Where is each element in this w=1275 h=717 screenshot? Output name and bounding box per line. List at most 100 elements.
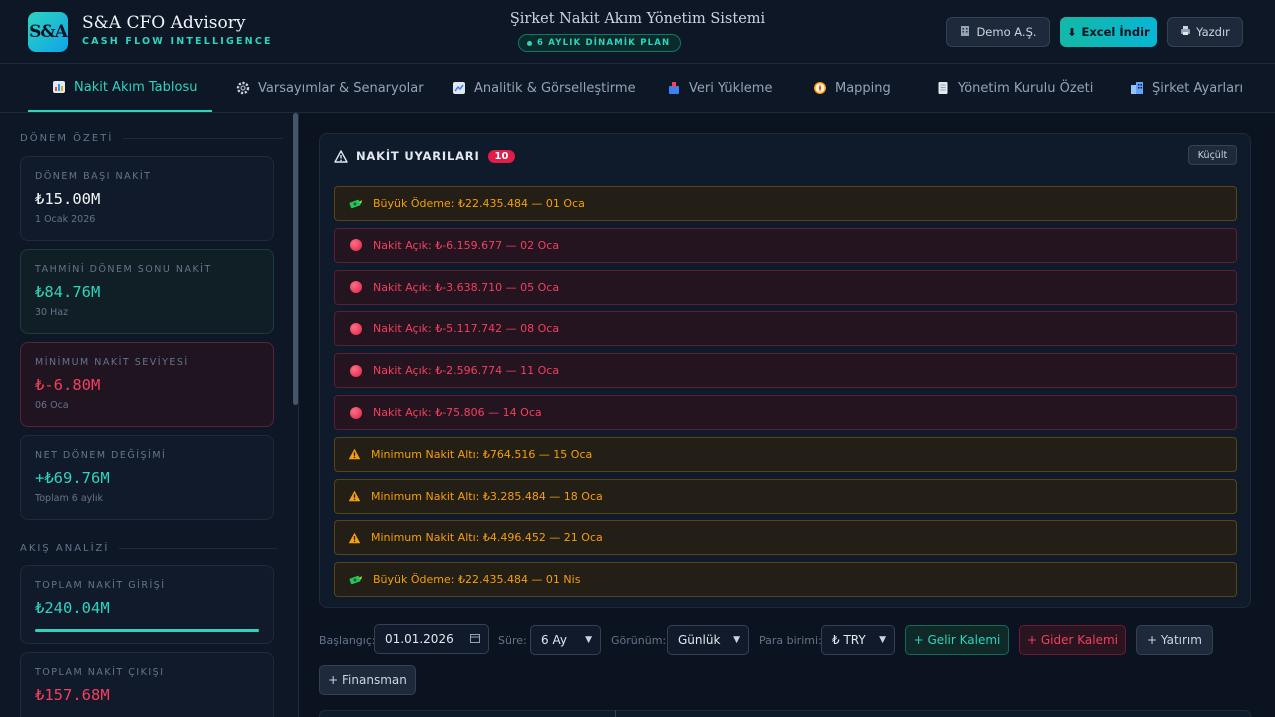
tab-cash-flow-table[interactable]: Nakit Akım Tablosu	[28, 64, 212, 112]
inflow-progress-fill	[35, 629, 259, 632]
cash-alerts-panel: NAKİT UYARILARI 10 Küçült Büyük Ödeme: ₺…	[319, 133, 1251, 608]
brand-tagline: CASH FLOW INTELLIGENCE	[82, 36, 273, 47]
tab-board-summary[interactable]: Yönetim Kurulu Özeti	[936, 64, 1093, 112]
kpi-label: TOPLAM NAKİT ÇIKIŞI	[35, 667, 165, 678]
collapse-button[interactable]: Küçült	[1188, 145, 1237, 165]
company-selector-button[interactable]: Demo A.Ş.	[946, 17, 1050, 47]
document-icon	[936, 81, 950, 95]
warning-icon	[347, 447, 361, 461]
warning-icon	[347, 531, 361, 545]
divider	[615, 710, 616, 717]
money-icon	[349, 197, 363, 211]
kpi-card-total-inflow: TOPLAM NAKİT GİRİŞİ ₺240.04M	[20, 565, 274, 644]
sidebar: DÖNEM ÖZETİ DÖNEM BAŞI NAKİT ₺15.00M 1 O…	[0, 113, 299, 717]
currency-value: ₺ TRY	[832, 633, 866, 647]
tab-label: Analitik & Görselleştirme	[474, 80, 636, 96]
app-header: S&A S&A CFO Advisory CASH FLOW INTELLIGE…	[0, 0, 1275, 64]
alert-text: Nakit Açık: ₺-3.638.710 — 05 Oca	[373, 280, 560, 294]
alert-item-deficit: Nakit Açık: ₺-2.596.774 — 11 Oca	[334, 353, 1237, 389]
excel-download-button[interactable]: ⬇ Excel İndir	[1060, 17, 1157, 47]
alerts-count-badge: 10	[487, 149, 516, 163]
kpi-value: ₺15.00M	[35, 190, 101, 208]
alert-text: Nakit Açık: ₺-5.117.742 — 08 Oca	[373, 322, 560, 336]
duration-select[interactable]: 6 Ay ▼	[530, 625, 601, 655]
kpi-subtext: 1 Ocak 2026	[35, 214, 96, 225]
add-expense-button[interactable]: + Gider Kalemi	[1019, 625, 1126, 655]
divider	[119, 548, 278, 549]
kpi-label: MİNİMUM NAKİT SEVİYESİ	[35, 357, 189, 368]
alert-item-deficit: Nakit Açık: ₺-5.117.742 — 08 Oca	[334, 311, 1237, 347]
kpi-value: ₺240.04M	[35, 599, 110, 617]
alert-text: Minimum Nakit Altı: ₺764.516 — 15 Oca	[371, 447, 593, 461]
chevron-down-icon: ▼	[585, 635, 592, 645]
alert-item-warning: Minimum Nakit Altı: ₺4.496.452 — 21 Oca	[334, 520, 1237, 556]
plan-badge: 6 AYLIK DİNAMİK PLAN	[518, 34, 682, 52]
red-dot-icon	[349, 322, 363, 336]
tab-label: Mapping	[835, 80, 891, 96]
alert-item-deficit: Nakit Açık: ₺-75.806 — 14 Oca	[334, 395, 1237, 430]
print-button[interactable]: Yazdır	[1167, 17, 1243, 47]
alerts-header: NAKİT UYARILARI 10	[334, 147, 516, 165]
alert-text: Büyük Ödeme: ₺22.435.484 — 01 Oca	[373, 197, 585, 210]
alert-text: Büyük Ödeme: ₺22.435.484 — 01 Nis	[373, 573, 581, 587]
tab-assumptions[interactable]: Varsayımlar & Senaryolar	[236, 64, 424, 112]
tab-label: Veri Yükleme	[689, 80, 773, 96]
sidebar-scrollbar[interactable]	[293, 113, 298, 405]
chevron-down-icon: ▼	[879, 635, 886, 645]
view-select[interactable]: Günlük ▼	[667, 625, 749, 655]
alert-text: Nakit Açık: ₺-2.596.774 — 11 Oca	[373, 364, 560, 378]
kpi-value: ₺84.76M	[35, 283, 101, 301]
section-title-flow: AKIŞ ANALİZİ	[20, 543, 278, 554]
alert-item-payment: Büyük Ödeme: ₺22.435.484 — 01 Nis	[334, 562, 1237, 598]
kpi-label: DÖNEM BAŞI NAKİT	[35, 171, 152, 182]
start-date-input[interactable]: 01.01.2026	[374, 624, 489, 654]
tab-company-settings[interactable]: Şirket Ayarları	[1130, 64, 1243, 112]
app-title: Şirket Nakit Akım Yönetim Sistemi	[509, 11, 766, 27]
start-date-label: Başlangıç:	[319, 634, 376, 647]
status-dot-icon	[527, 40, 532, 46]
tab-analytics[interactable]: Analitik & Görselleştirme	[452, 64, 636, 112]
kpi-value: +₺69.76M	[35, 469, 110, 487]
kpi-subtext: Toplam 6 aylık	[35, 493, 104, 504]
currency-select[interactable]: ₺ TRY ▼	[821, 625, 895, 655]
red-dot-icon	[349, 364, 363, 378]
tab-label: Nakit Akım Tablosu	[74, 79, 198, 95]
section-title-label: DÖNEM ÖZETİ	[20, 133, 114, 144]
add-financing-button[interactable]: + Finansman	[319, 665, 416, 695]
alert-item-payment: Büyük Ödeme: ₺22.435.484 — 01 Oca	[334, 186, 1237, 221]
chevron-down-icon: ▼	[733, 635, 740, 645]
printer-icon	[1180, 25, 1191, 39]
alert-text: Nakit Açık: ₺-75.806 — 14 Oca	[373, 406, 542, 419]
start-date-value: 01.01.2026	[385, 632, 454, 646]
section-title-label: AKIŞ ANALİZİ	[20, 543, 110, 554]
alert-item-deficit: Nakit Açık: ₺-6.159.677 — 02 Oca	[334, 227, 1237, 263]
download-arrow-icon: ⬇	[1067, 25, 1077, 39]
kpi-value: ₺157.68M	[35, 686, 110, 704]
tab-label: Yönetim Kurulu Özeti	[958, 80, 1094, 96]
alert-text: Minimum Nakit Altı: ₺3.285.484 — 18 Oca	[371, 489, 603, 503]
currency-label: Para birimi:	[759, 634, 822, 647]
kpi-card-net-change: NET DÖNEM DEĞİŞİMİ +₺69.76M Toplam 6 ayl…	[20, 435, 274, 520]
inflow-progress-bar	[35, 629, 259, 632]
tab-label: Şirket Ayarları	[1152, 80, 1244, 96]
kpi-subtext: 06 Oca	[35, 400, 69, 411]
calendar-icon	[470, 633, 480, 646]
tab-data-upload[interactable]: Veri Yükleme	[667, 64, 772, 112]
add-income-button[interactable]: + Gelir Kalemi	[905, 625, 1009, 655]
alert-item-deficit: Nakit Açık: ₺-3.638.710 — 05 Oca	[334, 269, 1237, 305]
alert-item-warning: Minimum Nakit Altı: ₺3.285.484 — 18 Oca	[334, 478, 1237, 514]
duration-value: 6 Ay	[541, 633, 567, 647]
company-name: Demo A.Ş.	[976, 25, 1037, 39]
red-dot-icon	[349, 406, 363, 420]
money-icon	[349, 573, 363, 587]
plan-badge-label: 6 AYLIK DİNAMİK PLAN	[537, 38, 671, 48]
add-investment-button[interactable]: + Yatırım	[1136, 625, 1213, 655]
duration-label: Süre:	[498, 634, 527, 647]
alert-text: Minimum Nakit Altı: ₺4.496.452 — 21 Oca	[371, 531, 603, 545]
kpi-card-opening-cash: DÖNEM BAŞI NAKİT ₺15.00M 1 Ocak 2026	[20, 156, 274, 241]
tab-mapping[interactable]: Mapping	[813, 64, 891, 112]
alerts-title: NAKİT UYARILARI	[356, 149, 480, 163]
kpi-label: TOPLAM NAKİT GİRİŞİ	[35, 580, 166, 591]
compass-icon	[813, 81, 827, 95]
view-value: Günlük	[678, 633, 721, 647]
